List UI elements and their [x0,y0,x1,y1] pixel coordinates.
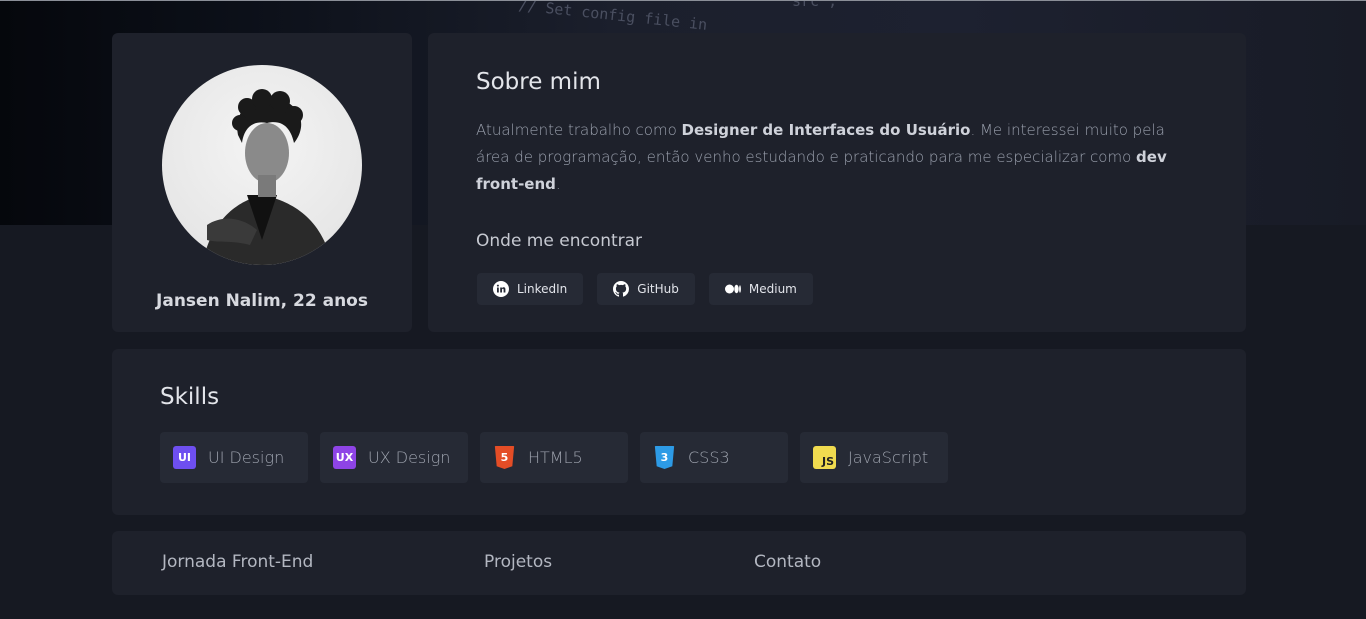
nav-jornada-front-end[interactable]: Jornada Front-End [162,552,313,572]
medium-icon [724,284,741,294]
about-title: Sobre mim [476,69,601,95]
skill-label: CSS3 [688,448,730,467]
skill-list: UI UI Design UX UX Design 5 HTML5 3 CSS3… [160,432,948,483]
about-card: Sobre mim Atualmente trabalho como Desig… [428,33,1246,332]
linkedin-label: LinkedIn [517,282,568,296]
linkedin-icon [493,281,509,297]
skill-label: JavaScript [848,448,929,467]
section-nav: Jornada Front-End Projetos Contato [112,531,1246,595]
skills-card: Skills UI UI Design UX UX Design 5 HTML5… [112,349,1246,515]
about-text-part: Atualmente trabalho como [476,121,682,139]
github-button[interactable]: GitHub [597,273,695,305]
ui-design-icon: UI [173,446,196,469]
linkedin-button[interactable]: LinkedIn [477,273,584,305]
hero-code-text: // Set config file in [517,0,709,34]
github-icon [613,281,630,297]
skill-css3: 3 CSS3 [640,432,788,483]
about-text-part: . [555,175,561,193]
nav-projetos[interactable]: Projetos [484,552,552,572]
skill-html5: 5 HTML5 [480,432,628,483]
medium-button[interactable]: Medium [708,273,813,305]
css3-icon: 3 [654,446,675,469]
find-me-title: Onde me encontrar [476,231,643,251]
profile-card: Jansen Nalim, 22 anos [112,33,412,332]
skills-title: Skills [160,384,220,410]
profile-name: Jansen Nalim, 22 anos [156,291,368,311]
skill-ux-design: UX UX Design [320,432,468,483]
javascript-icon: JS [813,446,836,469]
skill-label: HTML5 [528,448,583,467]
window-top-border [0,0,1366,1]
skill-label: UX Design [368,448,451,467]
skill-javascript: JS JavaScript [800,432,948,483]
medium-label: Medium [748,282,797,296]
nav-contato[interactable]: Contato [754,552,821,572]
html5-icon: 5 [494,446,515,469]
about-text-highlight: Designer de Interfaces do Usuário [681,121,971,139]
avatar [162,65,362,265]
about-description: Atualmente trabalho como Designer de Int… [476,117,1196,198]
github-label: GitHub [637,282,679,296]
hero-code-text: src"; [792,0,838,10]
ux-design-icon: UX [333,446,356,469]
skill-ui-design: UI UI Design [160,432,308,483]
social-links: LinkedIn GitHub Medium [477,273,813,305]
profile-photo [202,89,332,265]
skill-label: UI Design [208,448,285,467]
